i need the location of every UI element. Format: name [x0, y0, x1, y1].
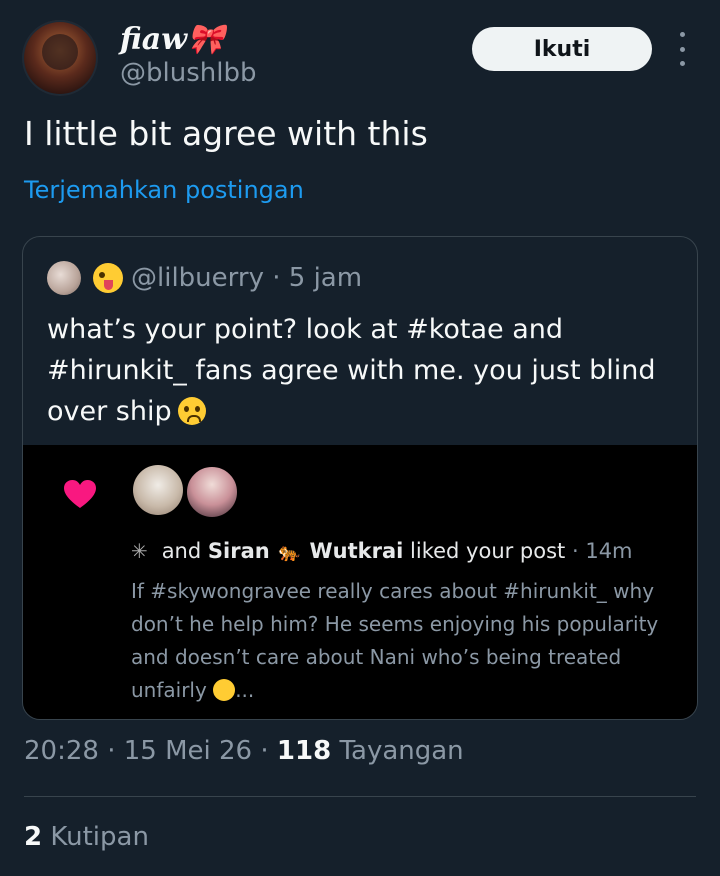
quotes-count-link[interactable]: 2 Kutipan [24, 822, 149, 852]
translate-link[interactable]: Terjemahkan postingan [24, 176, 304, 204]
divider [24, 796, 696, 797]
heart-icon [64, 480, 96, 508]
tiger-icon: 🐅 [278, 542, 301, 563]
follow-button[interactable]: Ikuti [472, 27, 652, 71]
quoted-post-card[interactable]: @lilbuerry · 5 jam what’s your point? lo… [22, 236, 698, 720]
liker-avatar-1 [133, 465, 183, 515]
liked-notification-line: ✳ and Siran 🐅 Wutkrai liked your post · … [131, 539, 633, 563]
quoted-post-media[interactable]: ✳ and Siran 🐅 Wutkrai liked your post · … [23, 445, 697, 719]
post-date[interactable]: 15 Mei 26 [124, 736, 252, 766]
spider-icon: ✳ [131, 539, 148, 563]
quotes-label: Kutipan [50, 822, 149, 852]
rofl-emoji-icon [213, 679, 236, 701]
views-count: 118 [276, 736, 332, 766]
winking-tongue-emoji-icon [93, 263, 123, 293]
quoted-author-avatar[interactable] [47, 261, 81, 295]
quoted-post-text: what’s your point? look at #kotae and #h… [47, 314, 656, 427]
quoted-post-header: @lilbuerry · 5 jam [47, 261, 362, 295]
author-display-name[interactable]: fiaw🎀 [120, 22, 224, 57]
post-time[interactable]: 20:28 [24, 736, 99, 766]
more-options-icon[interactable] [672, 32, 692, 66]
quoted-author-handle[interactable]: @lilbuerry · 5 jam [131, 263, 362, 293]
liker-name-1: Siran [207, 539, 270, 563]
quoted-post-time: 5 jam [288, 263, 363, 293]
pleading-face-emoji-icon [177, 397, 206, 425]
liker-avatar-2 [185, 465, 239, 519]
liker-name-2: Wutkrai [309, 539, 404, 563]
author-handle[interactable]: @blushlbb [120, 58, 256, 88]
tweet-text: I little bit agree with this [24, 114, 428, 153]
post-meta: 20:28 · 15 Mei 26 · 118 Tayangan [24, 736, 464, 766]
quotes-count: 2 [24, 822, 43, 852]
author-avatar[interactable] [22, 20, 98, 96]
views-label: Tayangan [339, 736, 464, 766]
liked-post-text: If #skywongravee really cares about #hir… [131, 579, 659, 702]
